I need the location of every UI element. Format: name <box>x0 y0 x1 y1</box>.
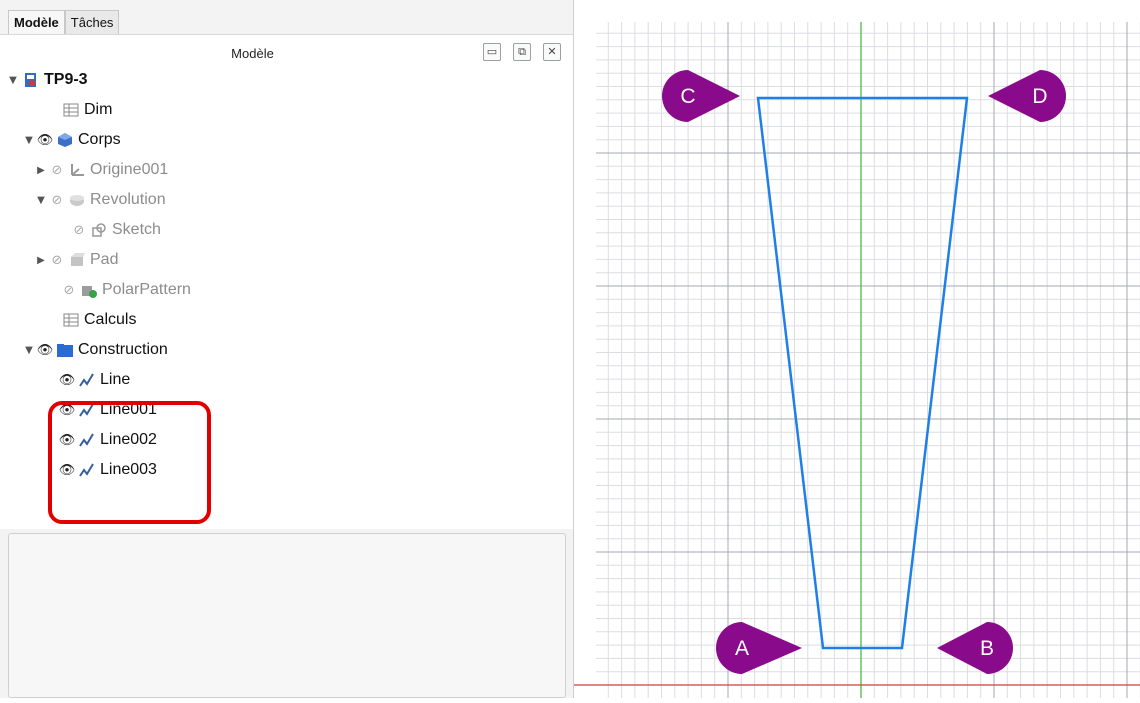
tree-item-revolution[interactable]: ▼ ⊘ Revolution <box>34 187 166 213</box>
eye-hidden-icon[interactable]: ⊘ <box>48 253 66 268</box>
callout-b: B <box>937 622 1013 674</box>
tree-item-construction[interactable]: ▼ 👁 Construction <box>22 337 168 363</box>
callouts: A B C D <box>662 70 1066 674</box>
expand-down-icon[interactable]: ▼ <box>22 345 36 356</box>
revolution-icon <box>68 192 86 208</box>
tree-item-polarpattern[interactable]: ⊘ PolarPattern <box>60 277 191 303</box>
pad-icon <box>68 252 86 268</box>
expand-down-icon[interactable]: ▼ <box>6 75 20 86</box>
tree-item-label: Line <box>100 371 131 388</box>
tab-modele[interactable]: Modèle <box>8 10 65 35</box>
3d-viewport[interactable]: A B C D <box>573 0 1140 698</box>
sketch-icon <box>90 222 108 238</box>
callout-label: A <box>735 637 749 660</box>
callout-label: B <box>980 637 994 660</box>
folder-icon <box>56 342 74 358</box>
tree-item-label: Construction <box>78 341 168 358</box>
tree-item-tp9-3[interactable]: ▼ TP9-3 <box>6 67 88 93</box>
tree-item-origine001[interactable]: ▶ ⊘ Origine001 <box>34 157 168 183</box>
tree-item-label: PolarPattern <box>102 281 191 298</box>
callout-marker-icon <box>937 622 1013 674</box>
tree-view: Modèle ▭ ⧉ ✕ ▼ TP9-3 Dim ▼ 👁 Corps ▶ ⊘ Origine00… <box>0 34 573 529</box>
close-button[interactable]: ✕ <box>543 43 561 61</box>
tree-item-label: Origine001 <box>90 161 169 178</box>
tree-item-label: Dim <box>84 101 113 118</box>
grid-major <box>596 22 1140 698</box>
float-button[interactable]: ⧉ <box>513 43 531 61</box>
tree-item-dim[interactable]: Dim <box>60 97 112 123</box>
model-panel: Modèle Tâches Modèle ▭ ⧉ ✕ ▼ TP9-3 Dim ▼ 👁 Co… <box>0 0 573 698</box>
tree-item-label: Corps <box>78 131 121 148</box>
callout-a: A <box>716 622 802 674</box>
origin-icon <box>68 162 86 178</box>
eye-icon[interactable]: 👁 <box>36 133 54 148</box>
tree-item-pad[interactable]: ▶ ⊘ Pad <box>34 247 118 273</box>
tree-item-label: Sketch <box>112 221 161 238</box>
grid-minor <box>596 22 1140 698</box>
callout-label: C <box>680 85 695 108</box>
viewport-canvas[interactable]: A B C D <box>574 0 1140 698</box>
tree-item-calculs[interactable]: Calculs <box>60 307 136 333</box>
callout-label: D <box>1032 85 1047 108</box>
tree-item-label: TP9-3 <box>44 71 88 88</box>
eye-icon[interactable]: 👁 <box>58 373 76 388</box>
tab-taches[interactable]: Tâches <box>64 10 120 35</box>
callout-marker-icon <box>988 70 1066 122</box>
tree-item-corps[interactable]: ▼ 👁 Corps <box>22 127 121 153</box>
callout-marker-icon <box>716 622 802 674</box>
callout-d: D <box>988 70 1066 122</box>
expand-right-icon[interactable]: ▶ <box>34 165 48 176</box>
dock-button[interactable]: ▭ <box>483 43 501 61</box>
eye-hidden-icon[interactable]: ⊘ <box>48 193 66 208</box>
tree-item-label: Calculs <box>84 311 137 328</box>
panel-tabs: Modèle Tâches <box>8 10 120 35</box>
tree-item-sketch[interactable]: ⊘ Sketch <box>70 217 161 243</box>
eye-hidden-icon[interactable]: ⊘ <box>60 283 78 298</box>
line-icon <box>78 372 96 388</box>
document-icon <box>22 72 40 88</box>
expand-right-icon[interactable]: ▶ <box>34 255 48 266</box>
highlight-box <box>48 401 211 524</box>
eye-hidden-icon[interactable]: ⊘ <box>48 163 66 178</box>
expand-down-icon[interactable]: ▼ <box>22 135 36 146</box>
spreadsheet-icon <box>62 312 80 328</box>
property-panel <box>8 533 566 698</box>
panel-title: Modèle <box>231 46 274 61</box>
spreadsheet-icon <box>62 102 80 118</box>
expand-down-icon[interactable]: ▼ <box>34 195 48 206</box>
tree-item-label: Revolution <box>90 191 166 208</box>
polar-pattern-icon <box>80 282 98 298</box>
body-icon <box>56 132 74 148</box>
tree-item-label: Pad <box>90 251 119 268</box>
eye-icon[interactable]: 👁 <box>36 343 54 358</box>
tree-item-line[interactable]: 👁 Line <box>58 367 131 393</box>
eye-hidden-icon[interactable]: ⊘ <box>70 223 88 238</box>
